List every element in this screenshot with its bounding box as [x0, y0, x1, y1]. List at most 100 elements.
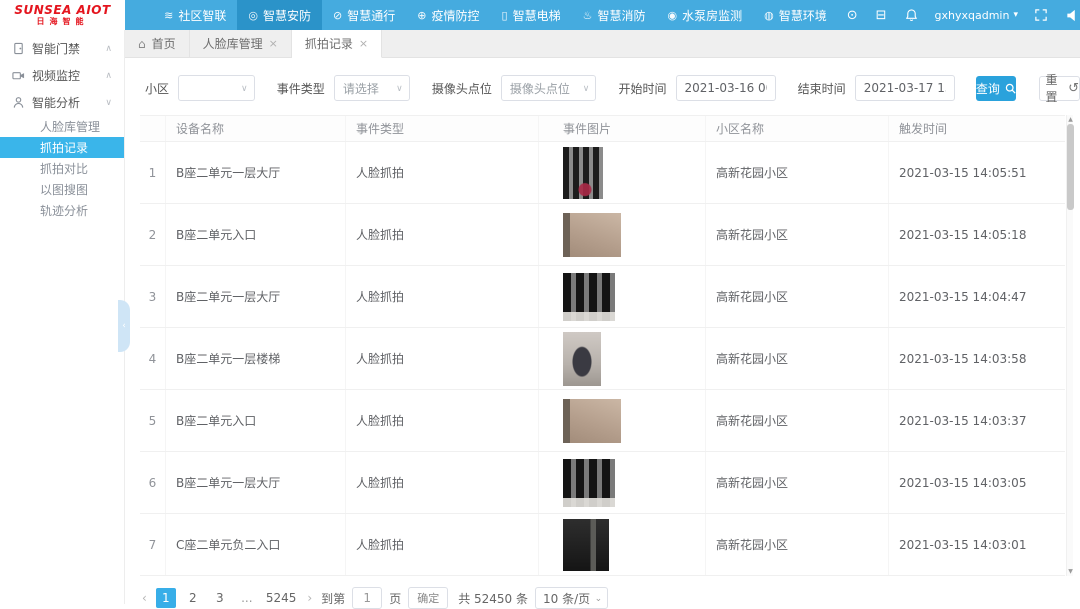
sidebar-item-label: 以图搜图	[40, 181, 88, 198]
event-image-cell	[539, 452, 706, 513]
page-button-last[interactable]: 5245	[264, 588, 299, 608]
community-iot-icon: ≋	[164, 9, 173, 22]
announcement-icon[interactable]	[1056, 0, 1080, 30]
page-button-1[interactable]: 1	[156, 588, 176, 608]
event-snapshot[interactable]	[563, 332, 601, 386]
row-index: 6	[140, 452, 166, 513]
prev-page-button[interactable]: ‹	[140, 591, 149, 605]
event-snapshot[interactable]	[563, 459, 615, 507]
sidebar-group-access-control[interactable]: 智能门禁 ∧	[0, 35, 124, 62]
end-time-input[interactable]	[855, 75, 955, 101]
topnav-pump-room[interactable]: ◉ 水泵房监测	[656, 0, 753, 30]
event-snapshot[interactable]	[563, 147, 603, 199]
user-menu[interactable]: gxhyxqadmin ▾	[927, 9, 1026, 22]
sidebar-group-video-surveillance[interactable]: 视频监控 ∧	[0, 62, 124, 89]
start-time-input[interactable]	[676, 75, 776, 101]
event-type-select[interactable]: 请选择 ∨	[334, 75, 410, 101]
home-icon: ⌂	[138, 37, 146, 51]
scrollbar-thumb[interactable]	[1067, 124, 1074, 210]
page-size-select[interactable]: 10 条/页 ⌄	[535, 587, 608, 609]
table-row[interactable]: 5 B座二单元入口 人脸抓拍 高新花园小区 2021-03-15 14:03:3…	[140, 390, 1065, 452]
query-button[interactable]: 查询	[976, 76, 1016, 101]
sidebar: 智能门禁 ∧ 视频监控 ∧ 智能分析 ∨ 人脸库管理 抓拍记录 抓拍对比 以图搜…	[0, 30, 125, 604]
community-name: 高新花园小区	[706, 204, 889, 265]
brand-logo: SUNSEA AIOT 日海智能	[0, 0, 125, 30]
table-row[interactable]: 3 B座二单元一层大厅 人脸抓拍 高新花园小区 2021-03-15 14:04…	[140, 266, 1065, 328]
tab-strip: ⌂ 首页 人脸库管理 × 抓拍记录 ×	[125, 30, 1080, 58]
chevron-down-icon: ∨	[105, 98, 112, 108]
table-row[interactable]: 4 B座二单元一层楼梯 人脸抓拍 高新花园小区 2021-03-15 14:03…	[140, 328, 1065, 390]
sidebar-item-label: 轨迹分析	[40, 202, 88, 219]
community-name: 高新花园小区	[706, 514, 889, 575]
bell-icon[interactable]	[896, 0, 927, 30]
topnav-smart-access[interactable]: ⊘ 智慧通行	[322, 0, 406, 30]
event-image-cell	[539, 328, 706, 389]
close-icon[interactable]: ×	[269, 37, 278, 50]
event-type-filter-label: 事件类型	[277, 80, 325, 97]
scroll-up-icon[interactable]: ▲	[1067, 115, 1074, 124]
topnav-smart-environment[interactable]: ◍ 智慧环境	[753, 0, 838, 30]
community-select[interactable]: ∨	[178, 75, 255, 101]
topnav-smart-security[interactable]: ◎ 智慧安防	[237, 0, 322, 30]
tab-home[interactable]: ⌂ 首页	[125, 30, 190, 57]
event-type: 人脸抓拍	[346, 390, 539, 451]
fullscreen-icon[interactable]	[1026, 0, 1056, 30]
trigger-time: 2021-03-15 14:03:37	[889, 390, 1065, 451]
goto-confirm-button[interactable]: 确定	[408, 587, 448, 609]
camera-filter-label: 摄像头点位	[432, 80, 492, 97]
event-type-select-value: 请选择	[343, 80, 379, 97]
reset-button-label: 重置	[1040, 71, 1063, 105]
row-index: 4	[140, 328, 166, 389]
device-name: B座二单元一层大厅	[166, 266, 346, 327]
sidebar-item-capture-compare[interactable]: 抓拍对比	[0, 158, 124, 179]
close-icon[interactable]: ×	[359, 37, 368, 50]
access-icon: ⊘	[333, 9, 342, 22]
event-snapshot[interactable]	[563, 273, 615, 321]
table-row[interactable]: 6 B座二单元一层大厅 人脸抓拍 高新花园小区 2021-03-15 14:03…	[140, 452, 1065, 514]
sidebar-group-smart-analysis[interactable]: 智能分析 ∨	[0, 89, 124, 116]
tab-capture-records[interactable]: 抓拍记录 ×	[292, 30, 382, 58]
sidebar-item-capture-records[interactable]: 抓拍记录	[0, 137, 124, 158]
row-index: 7	[140, 514, 166, 575]
security-icon: ◎	[248, 9, 258, 22]
camera-select[interactable]: 摄像头点位 ∨	[501, 75, 596, 101]
message-card-icon[interactable]: ⊟	[867, 0, 896, 30]
camera-icon	[12, 69, 25, 82]
sidebar-group-label: 智能分析	[32, 94, 80, 111]
table-scrollbar[interactable]: ▲ ▼	[1066, 115, 1073, 576]
scroll-down-icon[interactable]: ▼	[1067, 567, 1074, 576]
table-row[interactable]: 2 B座二单元入口 人脸抓拍 高新花园小区 2021-03-15 14:05:1…	[140, 204, 1065, 266]
topbar-actions: ⊙ ⊟ gxhyxqadmin ▾	[838, 0, 1080, 30]
topnav-smart-fire[interactable]: ♨ 智慧消防	[572, 0, 657, 30]
event-snapshot[interactable]	[563, 399, 621, 443]
page-button-3[interactable]: 3	[210, 588, 230, 608]
chevron-up-icon: ∧	[105, 44, 112, 54]
event-snapshot[interactable]	[563, 519, 609, 571]
topnav-epidemic-control[interactable]: ⊕ 疫情防控	[406, 0, 490, 30]
device-name: B座二单元一层楼梯	[166, 328, 346, 389]
goto-page-input[interactable]	[352, 587, 382, 609]
topnav-community-iot[interactable]: ≋ 社区智联	[153, 0, 237, 30]
next-page-button[interactable]: ›	[305, 591, 314, 605]
community-name: 高新花园小区	[706, 266, 889, 327]
search-icon	[1005, 83, 1016, 94]
brand-name-cn: 日海智能	[37, 18, 89, 26]
trigger-time: 2021-03-15 14:05:51	[889, 142, 1065, 203]
reset-button[interactable]: 重置 ↺	[1039, 76, 1080, 101]
target-icon[interactable]: ⊙	[838, 0, 867, 30]
topnav-label: 智慧环境	[779, 7, 827, 24]
event-snapshot[interactable]	[563, 213, 621, 257]
table-row[interactable]: 1 B座二单元一层大厅 人脸抓拍 高新花园小区 2021-03-15 14:05…	[140, 142, 1065, 204]
table-row[interactable]: 7 C座二单元负二入口 人脸抓拍 高新花园小区 2021-03-15 14:03…	[140, 514, 1065, 576]
topnav-smart-elevator[interactable]: ▯ 智慧电梯	[491, 0, 572, 30]
topnav-label: 疫情防控	[431, 7, 479, 24]
sidebar-collapse-handle[interactable]: ‹	[118, 300, 130, 352]
main-area: ⌂ 首页 人脸库管理 × 抓拍记录 × 小区 ∨ 事件类型 请选择 ∨ 摄像头点…	[125, 30, 1080, 604]
event-type: 人脸抓拍	[346, 142, 539, 203]
sidebar-item-image-search[interactable]: 以图搜图	[0, 179, 124, 200]
page-button-2[interactable]: 2	[183, 588, 203, 608]
tab-face-library[interactable]: 人脸库管理 ×	[190, 30, 292, 57]
sidebar-item-trajectory-analysis[interactable]: 轨迹分析	[0, 200, 124, 221]
sidebar-item-face-library[interactable]: 人脸库管理	[0, 116, 124, 137]
pagination-bar: ‹ 1 2 3 ... 5245 › 到第 页 确定 共 52450 条 10 …	[140, 587, 1080, 609]
